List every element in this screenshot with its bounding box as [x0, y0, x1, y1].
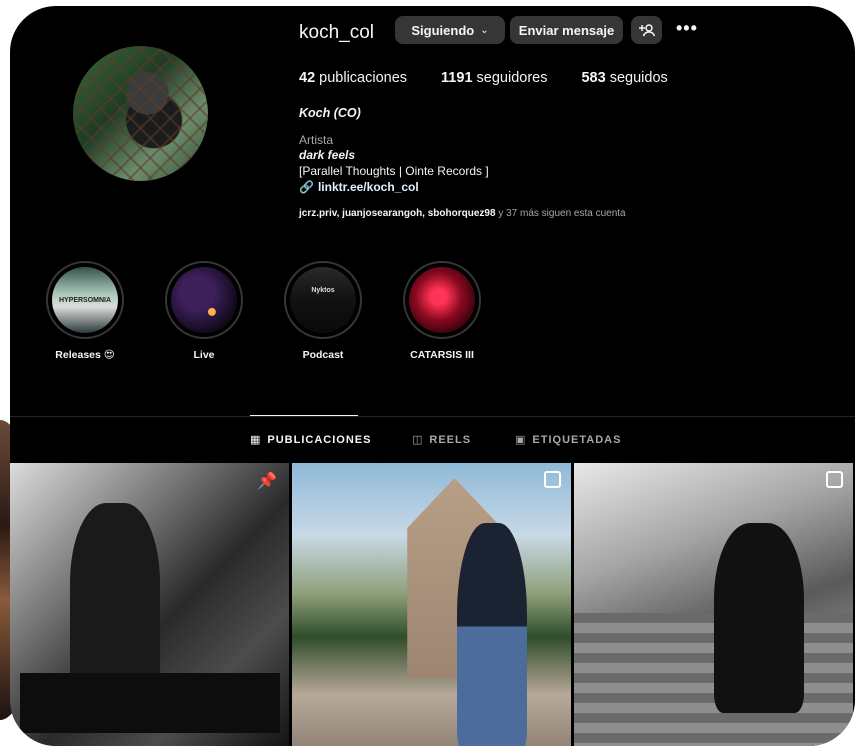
bio-line: dark feels — [299, 148, 356, 162]
multiple-photos-icon — [826, 471, 843, 488]
tagged-icon: ▣ — [515, 434, 527, 446]
category-label: Artista — [299, 133, 334, 147]
tabs-divider — [10, 416, 855, 417]
highlight-cover — [409, 267, 475, 333]
following-button-label: Siguiendo — [411, 22, 475, 38]
active-tab-indicator — [250, 415, 358, 416]
pin-icon: 📌 — [257, 473, 277, 490]
highlight-label: Podcast — [302, 349, 344, 361]
followers-stat[interactable]: 1191 seguidores — [441, 70, 547, 86]
multiple-photos-icon — [544, 471, 561, 488]
chevron-down-icon: ⌄ — [480, 24, 489, 36]
bio-link-text: linktr.ee/koch_col — [317, 180, 419, 194]
posts-stat: 42 publicaciones — [299, 70, 408, 86]
add-user-button[interactable] — [631, 16, 662, 44]
send-message-button[interactable]: Enviar mensaje — [510, 16, 623, 44]
full-name: Koch (CO) — [299, 106, 361, 120]
tab-reels[interactable]: ◫ REELS — [412, 433, 471, 446]
highlight-label: CATARSIS III — [410, 349, 474, 361]
profile-stats: 42 publicaciones 1191 seguidores 583 seg… — [299, 70, 668, 86]
highlight-cover: Nyktos — [290, 267, 356, 333]
bio-line: [Parallel Thoughts | Ointe Records ] — [299, 164, 489, 178]
highlight-label: Releases 😍 — [55, 349, 115, 361]
post-thumbnail[interactable] — [292, 463, 571, 746]
post-thumbnail[interactable] — [574, 463, 853, 746]
highlight-cover — [171, 267, 237, 333]
bio-link[interactable]: 🔗 linktr.ee/koch_col — [299, 180, 419, 194]
tab-etiquetadas[interactable]: ▣ ETIQUETADAS — [515, 433, 621, 446]
reels-icon: ◫ — [412, 434, 424, 446]
highlight-cover: HYPERSOMNIA — [52, 267, 118, 333]
tab-publicaciones[interactable]: ▦ PUBLICACIONES — [250, 433, 371, 446]
followed-by-names: jcrz.priv, juanjosearangoh, sbohorquez98 — [299, 208, 496, 219]
avatar[interactable] — [73, 46, 208, 181]
followed-by-rest: y 37 más siguen esta cuenta — [498, 208, 626, 219]
following-button[interactable]: Siguiendo ⌄ — [395, 16, 505, 44]
highlight-label: Live — [193, 349, 215, 361]
profile-page: koch_col Siguiendo ⌄ Enviar mensaje ••• … — [10, 6, 855, 746]
username: koch_col — [299, 22, 374, 43]
post-thumbnail[interactable]: 📌 — [10, 463, 289, 746]
highlight-releases[interactable]: HYPERSOMNIA Releases 😍 — [30, 261, 140, 361]
highlight-live[interactable]: Live — [149, 261, 259, 361]
more-options-icon[interactable]: ••• — [676, 18, 698, 39]
followed-by[interactable]: jcrz.priv, juanjosearangoh, sbohorquez98… — [299, 208, 626, 219]
link-icon: 🔗 — [299, 180, 314, 194]
highlight-podcast[interactable]: Nyktos Podcast — [268, 261, 378, 361]
add-user-icon — [638, 24, 655, 37]
highlight-catarsis[interactable]: CATARSIS III — [387, 261, 497, 361]
following-stat[interactable]: 583 seguidos — [581, 70, 667, 86]
grid-icon: ▦ — [250, 434, 262, 446]
